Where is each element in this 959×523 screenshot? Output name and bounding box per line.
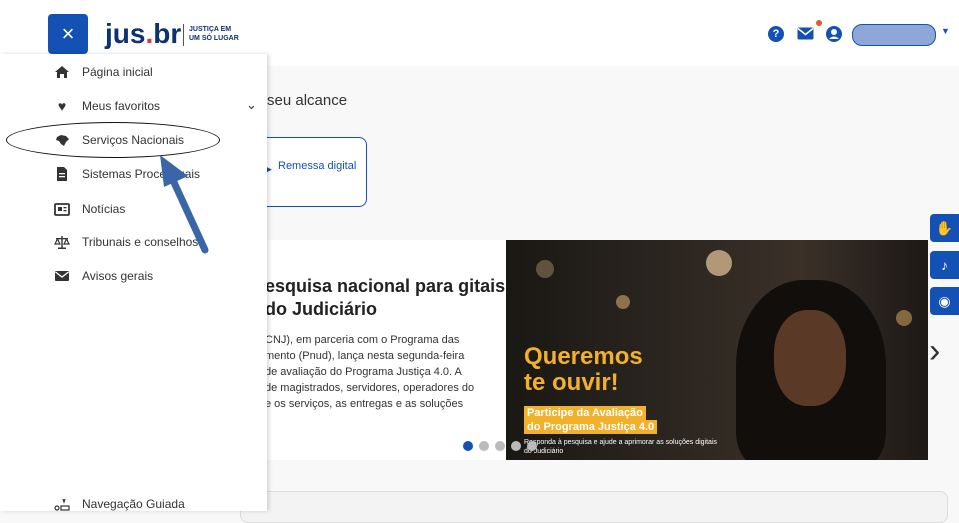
menu-label: Notícias bbox=[82, 202, 126, 216]
help-icon[interactable]: ? bbox=[768, 26, 784, 42]
bokeh-light bbox=[706, 250, 732, 276]
news-line: de magistrados, servidores, operadores d… bbox=[265, 382, 475, 394]
close-menu-button[interactable]: × bbox=[48, 14, 88, 54]
menu-item-tribunais-conselhos[interactable]: Tribunais e conselhos bbox=[0, 226, 267, 258]
bottom-panel bbox=[240, 491, 948, 523]
close-icon: × bbox=[61, 21, 75, 46]
tagline-line-1: JUSTIÇA EM bbox=[189, 26, 232, 33]
section-heading: seu alcance bbox=[267, 92, 348, 109]
logo-tagline: JUSTIÇA EM UM SÓ LUGAR bbox=[189, 25, 269, 43]
carousel-dot[interactable] bbox=[527, 441, 537, 451]
user-name-box[interactable] bbox=[852, 24, 936, 46]
carousel-dot-active[interactable] bbox=[463, 441, 473, 451]
news-line: de avaliação do Programa Justiça 4.0. A bbox=[265, 366, 462, 378]
carousel-next-icon[interactable]: › bbox=[929, 332, 940, 371]
visibility-icon[interactable]: ◉ bbox=[930, 287, 959, 315]
bokeh-light bbox=[536, 260, 554, 278]
banner-subtitle-1: Participe da Avaliação bbox=[524, 406, 646, 420]
news-line: e os serviços, as entregas e as soluções bbox=[265, 398, 464, 410]
banner-subtitle-2: do Programa Justiça 4.0 bbox=[524, 420, 658, 434]
news-title[interactable]: esquisa nacional para gitais do Judiciár… bbox=[265, 275, 515, 321]
news-banner-image[interactable]: Queremos te ouvir! Participe da Avaliação… bbox=[506, 240, 928, 460]
chevron-down-icon[interactable]: ⌄ bbox=[246, 97, 257, 113]
bokeh-light bbox=[896, 310, 912, 326]
tagline-line-2: UM SÓ LUGAR bbox=[189, 35, 239, 42]
menu-label: Página inicial bbox=[82, 65, 153, 79]
menu-item-pagina-inicial[interactable]: Página inicial bbox=[0, 56, 267, 88]
news-line: CNJ), em parceria com o Programa das bbox=[265, 334, 460, 346]
menu-label: Meus favoritos bbox=[82, 99, 161, 113]
menu-item-meus-favoritos[interactable]: ♥ Meus favoritos ⌄ bbox=[0, 90, 267, 122]
envelope-icon bbox=[55, 271, 69, 281]
logo-jus: jus bbox=[105, 18, 146, 49]
jusbr-logo[interactable]: jus.br bbox=[105, 18, 181, 50]
newspaper-icon bbox=[54, 203, 70, 216]
carousel-dot[interactable] bbox=[479, 441, 489, 451]
banner-title: Queremos te ouvir! bbox=[524, 344, 684, 396]
menu-label: Sistemas Processuais bbox=[82, 167, 201, 181]
notification-dot bbox=[816, 20, 822, 26]
highlight-ellipse bbox=[6, 122, 220, 158]
sign-language-icon[interactable]: ✋ bbox=[930, 214, 959, 242]
menu-label: Navegação Guiada bbox=[82, 497, 185, 511]
remessa-digital-label: Remessa digital bbox=[278, 160, 357, 172]
banner-title-line-1: Queremos bbox=[524, 343, 643, 370]
person-face bbox=[774, 310, 846, 406]
menu-item-navegacao-guiada[interactable]: Navegação Guiada bbox=[0, 488, 267, 520]
banner-caption: Responda à pesquisa e ajude a aprimorar … bbox=[524, 439, 718, 455]
scales-icon bbox=[54, 236, 70, 249]
heart-icon: ♥ bbox=[57, 98, 67, 114]
banner-title-line-2: te ouvir! bbox=[524, 369, 619, 396]
audio-reader-icon[interactable]: ♪ bbox=[930, 251, 959, 279]
mail-icon[interactable] bbox=[797, 27, 814, 40]
carousel-dot[interactable] bbox=[495, 441, 505, 451]
menu-item-noticias[interactable]: Notícias bbox=[0, 193, 267, 225]
news-line: mento (Pnud), lança nesta segunda-feira bbox=[265, 350, 465, 362]
user-icon[interactable] bbox=[826, 26, 842, 42]
menu-item-sistemas-processuais[interactable]: Sistemas Processuais bbox=[0, 158, 267, 190]
menu-label: Tribunais e conselhos bbox=[82, 235, 199, 249]
caret-down-icon[interactable]: ▼ bbox=[941, 26, 950, 36]
logo-br: br bbox=[153, 18, 182, 49]
news-body: CNJ), em parceria com o Programa das men… bbox=[265, 332, 510, 412]
document-icon bbox=[57, 167, 67, 181]
guided-navigation-icon bbox=[54, 498, 70, 511]
menu-label: Avisos gerais bbox=[82, 269, 154, 283]
carousel-dot[interactable] bbox=[511, 441, 521, 451]
bokeh-light bbox=[616, 295, 630, 309]
menu-item-avisos-gerais[interactable]: Avisos gerais bbox=[0, 260, 267, 292]
logo-divider bbox=[183, 24, 184, 46]
home-icon bbox=[55, 66, 69, 78]
